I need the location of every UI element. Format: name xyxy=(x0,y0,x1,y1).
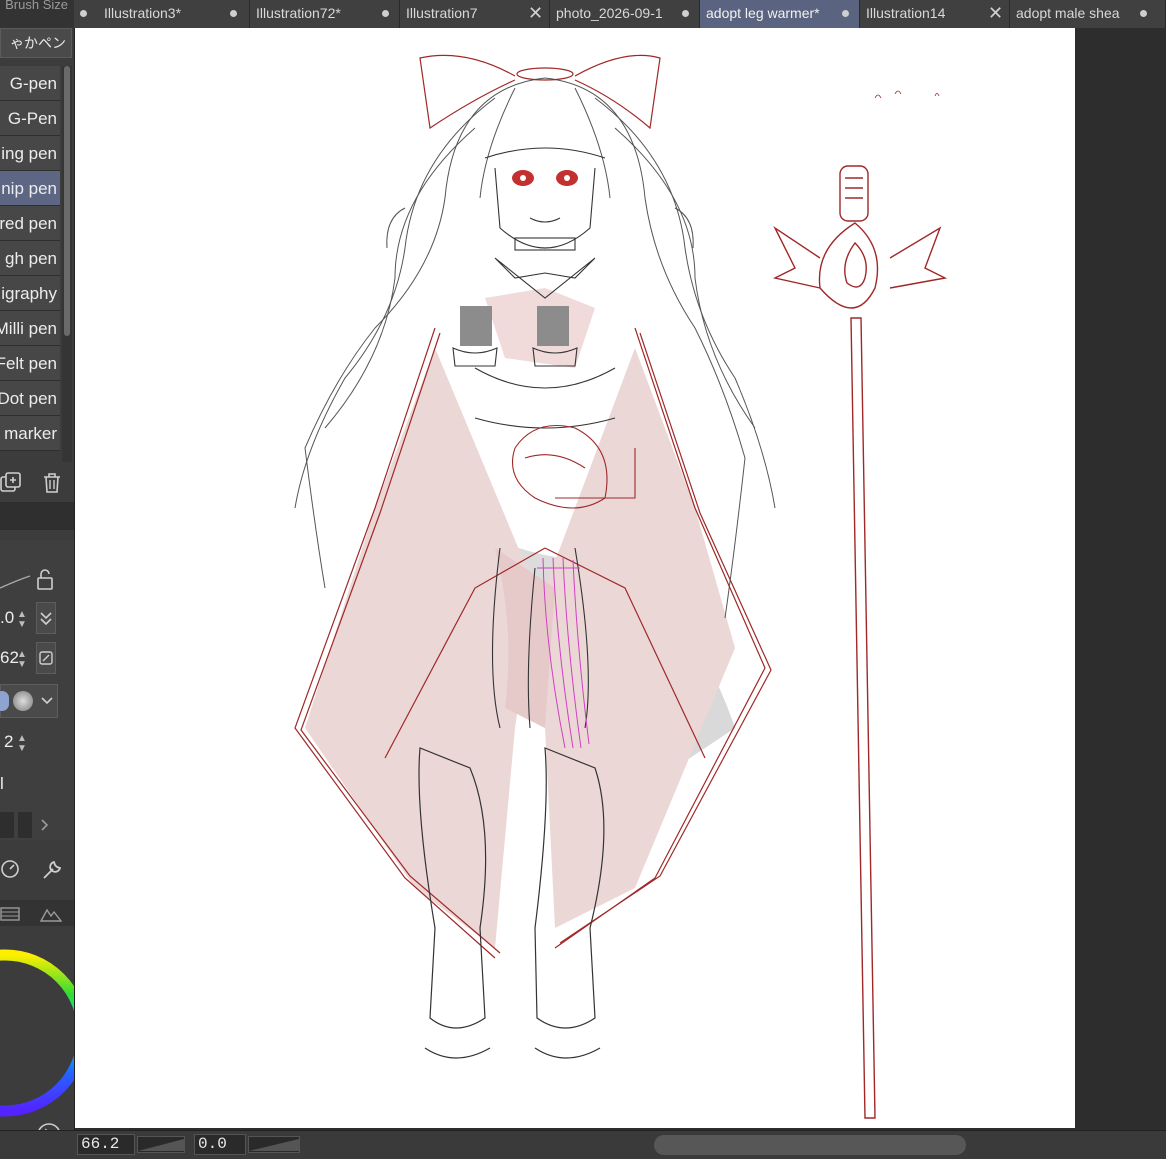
wrench-icon[interactable] xyxy=(40,858,64,882)
slider-track xyxy=(0,812,14,838)
brush-item[interactable]: G-Pen xyxy=(0,101,60,136)
tab-label: Illustration72* xyxy=(256,5,341,21)
property-label: l xyxy=(0,774,4,793)
play-circle-icon[interactable] xyxy=(36,1122,62,1130)
pressure-curve-icon[interactable] xyxy=(0,554,60,594)
stabilization-value[interactable]: 2 xyxy=(4,732,13,752)
double-chevron-down-icon xyxy=(40,612,52,626)
tab-photo[interactable]: photo_2026-09-1 xyxy=(550,0,700,28)
tab-illustration72[interactable]: Illustration72* xyxy=(250,0,400,28)
close-dot-icon[interactable] xyxy=(80,10,87,17)
zoom-slider-ramp xyxy=(138,1139,184,1151)
brush-item-selected[interactable]: nip pen xyxy=(0,171,60,206)
tab-label: adopt male shea xyxy=(1016,5,1120,21)
brush-tip-selector[interactable] xyxy=(0,684,58,718)
brush-item[interactable]: Felt pen xyxy=(0,346,60,381)
tip-soft-icon xyxy=(13,691,33,711)
film-icon[interactable] xyxy=(0,906,20,922)
brush-size-title: Brush Size xyxy=(5,0,68,12)
tab-label: Illustration7 xyxy=(406,5,478,21)
brush-item[interactable]: marker xyxy=(0,416,60,451)
size-spinner-icon[interactable]: ▲ ▼ xyxy=(16,610,28,632)
color-wheel[interactable] xyxy=(0,948,74,1118)
tab-label: adopt leg warmer* xyxy=(706,5,820,21)
slider-track xyxy=(18,812,32,838)
left-tool-panel: ゃかペン G-pen G-Pen ing pen nip pen red pen… xyxy=(0,28,75,1130)
rotation-field[interactable]: 0.0 xyxy=(194,1134,246,1155)
tab-illustration7[interactable]: Illustration7 ✕ xyxy=(400,0,550,28)
tab-label: Illustration3* xyxy=(104,5,182,21)
status-bar: 66.2 0.0 xyxy=(0,1130,1166,1159)
sub-tool-group-button[interactable]: ゃかペン xyxy=(0,28,72,58)
horizontal-scrollbar-thumb[interactable] xyxy=(654,1135,966,1155)
brush-item[interactable]: red pen xyxy=(0,206,60,241)
stabilization-spinner-icon[interactable]: ▲ ▼ xyxy=(16,734,28,756)
modified-dot-icon[interactable] xyxy=(382,10,389,17)
chevron-right-icon[interactable] xyxy=(40,818,50,832)
brush-list-scroll-thumb[interactable] xyxy=(64,66,70,336)
drawing-canvas[interactable] xyxy=(75,28,1075,1128)
rotation-slider-ramp xyxy=(249,1139,299,1151)
tab-adopt-leg-warmer[interactable]: adopt leg warmer* xyxy=(700,0,860,28)
tab-illustration3[interactable]: Illustration3* xyxy=(74,0,250,28)
modified-dot-icon[interactable] xyxy=(230,10,237,17)
brush-item[interactable]: gh pen xyxy=(0,241,60,276)
close-icon[interactable]: ✕ xyxy=(528,3,543,24)
color-wheel-panel xyxy=(0,926,74,1130)
brush-item[interactable]: Dot pen xyxy=(0,381,60,416)
tab-label: Illustration14 xyxy=(866,5,946,21)
zoom-field[interactable]: 66.2 xyxy=(77,1134,135,1155)
duplicate-icon[interactable] xyxy=(0,472,22,494)
mountain-icon[interactable] xyxy=(40,906,62,922)
color-panel-tabs xyxy=(0,900,74,926)
panel-separator xyxy=(0,502,74,530)
tip-round-icon xyxy=(0,691,9,711)
brush-size-panel-header: Brush Size xyxy=(0,0,74,28)
trash-icon[interactable] xyxy=(42,472,62,494)
brush-item[interactable]: Milli pen xyxy=(0,311,60,346)
chevron-down-icon xyxy=(41,697,53,705)
tab-adopt-male-shea[interactable]: adopt male shea xyxy=(1010,0,1166,28)
opacity-dynamics-button[interactable] xyxy=(36,642,56,674)
modified-dot-icon[interactable] xyxy=(1140,10,1147,17)
property-slider-row[interactable] xyxy=(0,806,58,842)
document-tab-bar: Brush Size Illustration3* Illustration72… xyxy=(0,0,1166,29)
tool-actions-row xyxy=(0,848,74,888)
brush-size-value[interactable]: .0 xyxy=(0,608,14,628)
modified-dot-icon[interactable] xyxy=(682,10,689,17)
color-value-row: 0 xyxy=(0,1118,74,1130)
zoom-slider[interactable] xyxy=(137,1136,185,1153)
brush-actions-row xyxy=(0,466,74,500)
size-dynamics-button[interactable] xyxy=(36,602,56,634)
modified-dot-icon[interactable] xyxy=(842,10,849,17)
tab-label: photo_2026-09-1 xyxy=(556,5,663,21)
brush-item[interactable]: G-pen xyxy=(0,66,60,101)
character-sketch xyxy=(294,54,948,1119)
tab-illustration14[interactable]: Illustration14 ✕ xyxy=(860,0,1010,28)
tabs-container: Illustration3* Illustration72* Illustrat… xyxy=(74,0,1166,28)
opacity-spinner-icon[interactable]: ▲ ▼ xyxy=(16,650,28,672)
brush-item[interactable]: igraphy xyxy=(0,276,60,311)
slash-box-icon xyxy=(39,651,53,665)
rotation-slider[interactable] xyxy=(248,1136,300,1153)
tool-property-panel: .0 ▲ ▼ 62 ▲ ▼ 2 ▲ ▼ l xyxy=(0,540,74,840)
reset-dial-icon[interactable] xyxy=(0,858,22,880)
brush-item[interactable]: ing pen xyxy=(0,136,60,171)
canvas-workspace[interactable] xyxy=(75,28,1166,1130)
close-icon[interactable]: ✕ xyxy=(988,3,1003,24)
brush-list: G-pen G-Pen ing pen nip pen red pen gh p… xyxy=(0,66,60,451)
